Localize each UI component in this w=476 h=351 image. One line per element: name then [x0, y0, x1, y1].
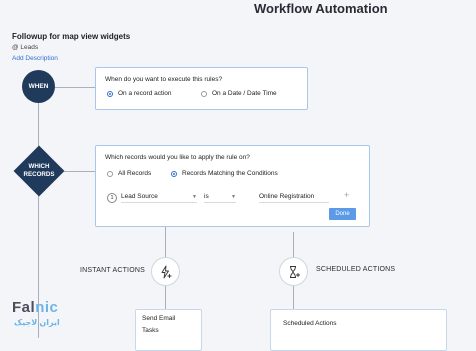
connector-scheduled — [293, 232, 294, 257]
condition-operator-select[interactable]: is ▼ — [204, 193, 236, 203]
radio-all-records-label: All Records — [118, 170, 152, 177]
logo-text-nic: nic — [35, 299, 59, 316]
page-title: Workflow Automation — [254, 1, 388, 16]
which-records-node: WHICH RECORDS — [13, 145, 65, 197]
lightning-plus-icon — [161, 265, 171, 278]
radio-all-records[interactable]: All Records — [107, 170, 151, 177]
radio-date-time-label: On a Date / Date Time — [212, 90, 277, 97]
action-tasks[interactable]: Tasks — [142, 327, 159, 334]
radio-matching-conditions[interactable]: Records Matching the Conditions — [171, 170, 278, 177]
radio-unselected-icon — [107, 170, 113, 177]
connector-when-which — [38, 103, 39, 147]
condition-value-text: Online Registration — [259, 193, 315, 200]
chevron-down-icon: ▼ — [192, 193, 197, 200]
radio-matching-conditions-label: Records Matching the Conditions — [182, 170, 278, 177]
radio-record-action-label: On a record action — [118, 90, 172, 97]
when-node-label: WHEN — [28, 83, 49, 90]
rule-name: Followup for map view widgets — [12, 32, 131, 41]
connector-instant — [165, 225, 166, 257]
logo-text-fal: Fal — [12, 299, 36, 316]
radio-record-action[interactable]: On a record action — [107, 90, 171, 97]
watermark-logo: Falnic — [12, 299, 58, 316]
scheduled-actions-label: SCHEDULED ACTIONS — [316, 266, 396, 273]
condition-number: 1 — [107, 193, 117, 203]
condition-field-select[interactable]: Lead Source ▼ — [121, 193, 197, 203]
connector-which-card — [64, 171, 95, 172]
condition-value-input[interactable]: Online Registration — [259, 193, 329, 203]
which-records-label-line2: RECORDS — [23, 171, 55, 178]
action-send-email[interactable]: Send Email — [142, 315, 175, 322]
connector-when-card — [55, 87, 95, 88]
when-node: WHEN — [22, 70, 55, 103]
module-label: @ Leads — [12, 44, 39, 51]
connector-main-down — [38, 196, 39, 338]
connector-instant-list — [165, 284, 166, 310]
add-condition-icon[interactable]: + — [344, 190, 349, 200]
radio-selected-icon — [171, 170, 177, 177]
condition-number-text: 1 — [110, 195, 114, 201]
condition-field-value: Lead Source — [121, 193, 158, 200]
hourglass-plus-icon — [289, 265, 300, 278]
condition-operator-value: is — [204, 193, 209, 200]
scheduled-actions-title[interactable]: Scheduled Actions — [283, 320, 336, 327]
radio-date-time[interactable]: On a Date / Date Time — [201, 90, 277, 97]
connector-scheduled-list — [293, 284, 294, 310]
add-description-link[interactable]: Add Description — [12, 55, 58, 62]
when-card: When do you want to execute this rules? … — [95, 67, 308, 110]
watermark-persian: ایران لاجیک — [14, 318, 60, 327]
when-question: When do you want to execute this rules? — [105, 76, 223, 83]
radio-unselected-icon — [201, 90, 207, 97]
instant-actions-label: INSTANT ACTIONS — [80, 267, 145, 274]
chevron-down-icon: ▼ — [231, 193, 236, 200]
which-records-question: Which records would you like to apply th… — [105, 154, 250, 161]
which-records-label-line1: WHICH — [28, 163, 50, 170]
scheduled-actions-button[interactable] — [279, 257, 308, 286]
done-button[interactable]: Done — [329, 208, 356, 220]
instant-actions-button[interactable] — [151, 257, 180, 286]
radio-selected-icon — [107, 90, 113, 97]
scheduled-actions-list: Scheduled Actions — [270, 309, 447, 351]
instant-actions-list: Send Email Tasks — [135, 309, 202, 351]
